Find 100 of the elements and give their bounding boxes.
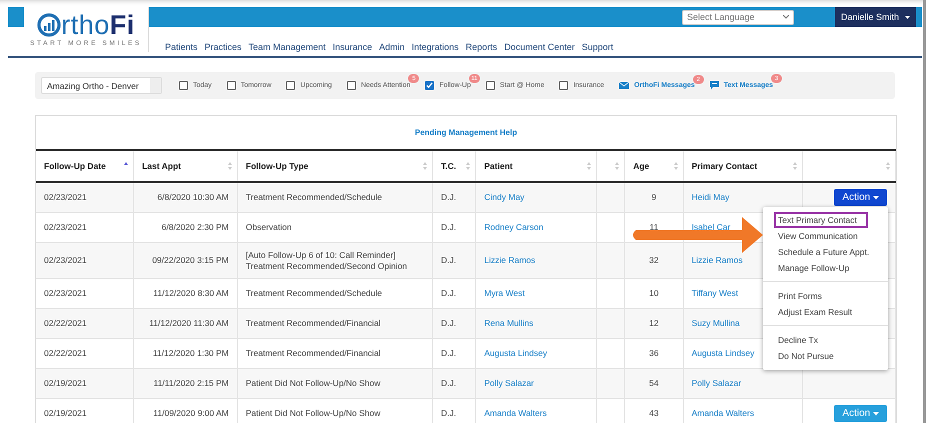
follow-up-type-cell-text: Treatment Recommended/Financial: [246, 348, 382, 359]
contact-link[interactable]: Heidi May: [692, 192, 730, 202]
date-cell: 02/23/2021: [44, 255, 87, 266]
menu-item[interactable]: Decline Tx: [763, 332, 888, 348]
follow-up-type-cell-text: Treatment Recommended/Schedule: [246, 192, 383, 203]
nav-link[interactable]: Integrations: [412, 42, 459, 52]
checkbox[interactable]: [226, 81, 236, 90]
contact-link[interactable]: Polly Salazar: [692, 378, 742, 388]
checkbox[interactable]: [179, 81, 188, 90]
contact-link[interactable]: Augusta Lindsey: [692, 348, 754, 358]
nav-link[interactable]: Reports: [466, 42, 498, 52]
patient-link[interactable]: Augusta Lindsey: [484, 348, 548, 358]
logo-icon: [37, 13, 62, 37]
menu-item[interactable]: Do Not Pursue: [763, 348, 888, 364]
tc-cell: D.J.: [441, 408, 456, 418]
patient-link[interactable]: Amanda Walters: [484, 408, 547, 418]
patient-link[interactable]: Lizzie Ramos: [484, 255, 536, 266]
column-header[interactable]: Primary Contact: [692, 161, 758, 171]
follow-up-type-cell-text: Patient Did Not Follow-Up/No Show: [246, 378, 382, 389]
appointment-cell: 11/11/2020 2:15 PM: [153, 378, 229, 388]
arrow-icon: [630, 217, 764, 253]
action-button[interactable]: Action: [834, 189, 887, 206]
practice-select[interactable]: Amazing Ortho - Denver: [41, 77, 162, 94]
age-cell: 32: [649, 255, 659, 266]
tc-cell: D.J.: [441, 222, 456, 232]
checkbox[interactable]: [559, 81, 568, 90]
column-header[interactable]: T.C.: [441, 161, 456, 171]
envelope-icon: [619, 82, 630, 89]
contact-link[interactable]: Tiffany West: [692, 288, 738, 298]
menu-item[interactable]: Adjust Exam Result: [763, 304, 888, 320]
appointment-cell: 11/12/2020 1:30 PM: [152, 348, 229, 358]
nav-link[interactable]: Practices: [204, 42, 242, 52]
menu-item[interactable]: Print Forms: [763, 288, 888, 304]
date-cell: 02/23/2021: [44, 192, 87, 202]
appointment-cell: 11/09/2020 9:00 AM: [153, 408, 229, 418]
nav-link[interactable]: Document Center: [504, 42, 575, 52]
date-cell: 02/23/2021: [44, 288, 87, 298]
age-cell: 11: [649, 222, 658, 232]
patient-link[interactable]: Rena Mullins: [484, 318, 534, 328]
column-header[interactable]: Last Appt: [142, 161, 181, 171]
patient-link[interactable]: Cindy May: [484, 192, 524, 202]
patient-link[interactable]: Myra West: [484, 288, 525, 298]
appointment-cell: 11/12/2020 8:30 AM: [153, 288, 229, 298]
nav-link[interactable]: Insurance: [332, 42, 372, 52]
checkbox[interactable]: [425, 81, 434, 90]
chevron-icon: [783, 15, 789, 19]
caret-icon: [905, 16, 910, 18]
tc-cell: D.J.: [441, 378, 456, 388]
checkbox[interactable]: [286, 81, 296, 90]
column-header[interactable]: Patient: [484, 161, 513, 171]
nav-link[interactable]: Patients: [165, 42, 198, 52]
follow-up-type-cell-text: Observation: [246, 222, 293, 233]
patient-link[interactable]: Polly Salazar: [484, 378, 534, 388]
chat-icon: [710, 81, 719, 90]
age-cell: 9: [652, 192, 656, 202]
age-cell: 12: [649, 318, 659, 328]
contact-link[interactable]: Lizzie Ramos: [692, 255, 743, 266]
date-cell: 02/19/2021: [44, 378, 87, 388]
age-cell: 54: [649, 378, 659, 388]
appointment-cell: 11/12/2020 11:30 AM: [149, 318, 229, 328]
appointment-cell: 09/22/2020 3:15 PM: [152, 255, 229, 266]
follow-up-type-cell-text: Treatment Recommended/Second Opinion: [246, 260, 408, 272]
caret-icon: [873, 196, 879, 200]
tc-cell: D.J.: [441, 192, 456, 202]
column-header[interactable]: Follow-Up Date: [44, 161, 106, 171]
tc-cell: D.J.: [441, 318, 456, 328]
nav-link[interactable]: Team Management: [248, 42, 326, 52]
checkbox[interactable]: [346, 81, 356, 90]
menu-item[interactable]: View Communication: [763, 228, 888, 244]
age-cell: 36: [649, 348, 659, 358]
tc-cell: D.J.: [441, 288, 456, 298]
date-cell: 02/22/2021: [44, 318, 87, 328]
follow-up-type-cell-text: Patient Did Not Follow-Up/No Show: [246, 408, 382, 419]
language-select[interactable]: Select Language: [682, 10, 794, 24]
date-cell: 02/19/2021: [44, 408, 87, 418]
logo-text: rthoFi: [61, 12, 135, 38]
tc-cell: D.J.: [441, 255, 456, 266]
table-title: Pending Management Help: [414, 128, 518, 137]
menu-item[interactable]: Schedule a Future Appt.: [763, 244, 888, 260]
column-header[interactable]: Age: [633, 161, 650, 171]
tc-cell: D.J.: [441, 348, 456, 358]
appointment-cell: 6/8/2020 2:30 PM: [162, 222, 229, 232]
follow-up-type-cell-text: Treatment Recommended/Schedule: [246, 288, 383, 299]
age-cell: 10: [649, 288, 659, 298]
checkbox[interactable]: [486, 81, 495, 90]
nav-link[interactable]: Support: [582, 42, 614, 52]
menu-item[interactable]: Manage Follow-Up: [763, 260, 888, 276]
contact-link[interactable]: Suzy Mullina: [692, 318, 740, 328]
contact-link[interactable]: Isabel Car: [692, 222, 730, 232]
contact-link[interactable]: Amanda Walters: [692, 408, 754, 418]
sort-ascending-icon[interactable]: [124, 162, 128, 165]
column-header[interactable]: Follow-Up Type: [246, 161, 308, 171]
date-cell: 02/23/2021: [44, 222, 87, 232]
date-cell: 02/22/2021: [44, 348, 87, 358]
follow-up-type-cell-text: [Auto Follow-Up 6 of 10: Call Reminder]: [246, 250, 397, 260]
nav-link[interactable]: Admin: [379, 42, 405, 52]
user-menu-button[interactable]: Danielle Smith: [835, 7, 916, 27]
caret-icon: [873, 412, 879, 416]
menu-item[interactable]: Text Primary Contact: [774, 212, 868, 228]
patient-link[interactable]: Rodney Carson: [484, 222, 544, 232]
